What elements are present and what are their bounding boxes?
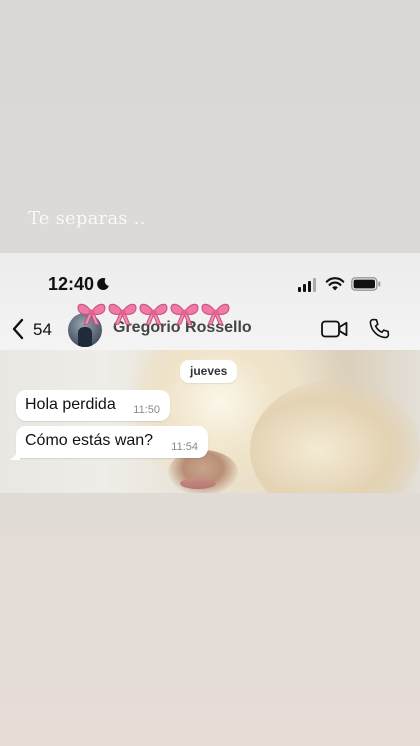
bow-icon: [77, 303, 106, 326]
message-bubble[interactable]: Cómo estás wan? 11:54: [16, 426, 208, 458]
back-chevron-icon[interactable]: [11, 318, 25, 340]
phone-call-icon[interactable]: [369, 318, 390, 339]
video-call-icon[interactable]: [321, 320, 348, 338]
pink-bows-sticker: [76, 301, 231, 327]
status-time: 12:40: [48, 274, 95, 294]
unread-count[interactable]: 54: [33, 320, 52, 340]
bow-icon: [108, 303, 137, 326]
day-separator: jueves: [180, 360, 238, 383]
chat-screenshot: 12:40 54 Gregorio Rossello jueves Hola p…: [0, 253, 420, 493]
chat-background: jueves Hola perdida 11:50 Cómo estás wan…: [0, 350, 420, 493]
bubble-tail: [10, 451, 20, 460]
story-caption: Te separas ..: [28, 208, 146, 229]
bow-icon: [201, 303, 230, 326]
message-text: Cómo estás wan?: [25, 432, 154, 449]
cellular-signal-icon: [298, 278, 316, 292]
moon-icon: [97, 278, 109, 291]
message-text: Hola perdida: [25, 396, 116, 413]
chat-navbar: 54 Gregorio Rossello: [0, 303, 420, 350]
message-bubble[interactable]: Hola perdida 11:50: [16, 390, 170, 421]
message-time: 11:50: [133, 404, 160, 416]
wifi-icon: [325, 277, 345, 291]
chat-header-bar: 12:40 54 Gregorio Rossello: [0, 253, 420, 350]
bow-icon: [170, 303, 199, 326]
message-time: 11:54: [171, 441, 198, 453]
bow-icon: [139, 303, 168, 326]
battery-icon: [351, 277, 381, 291]
